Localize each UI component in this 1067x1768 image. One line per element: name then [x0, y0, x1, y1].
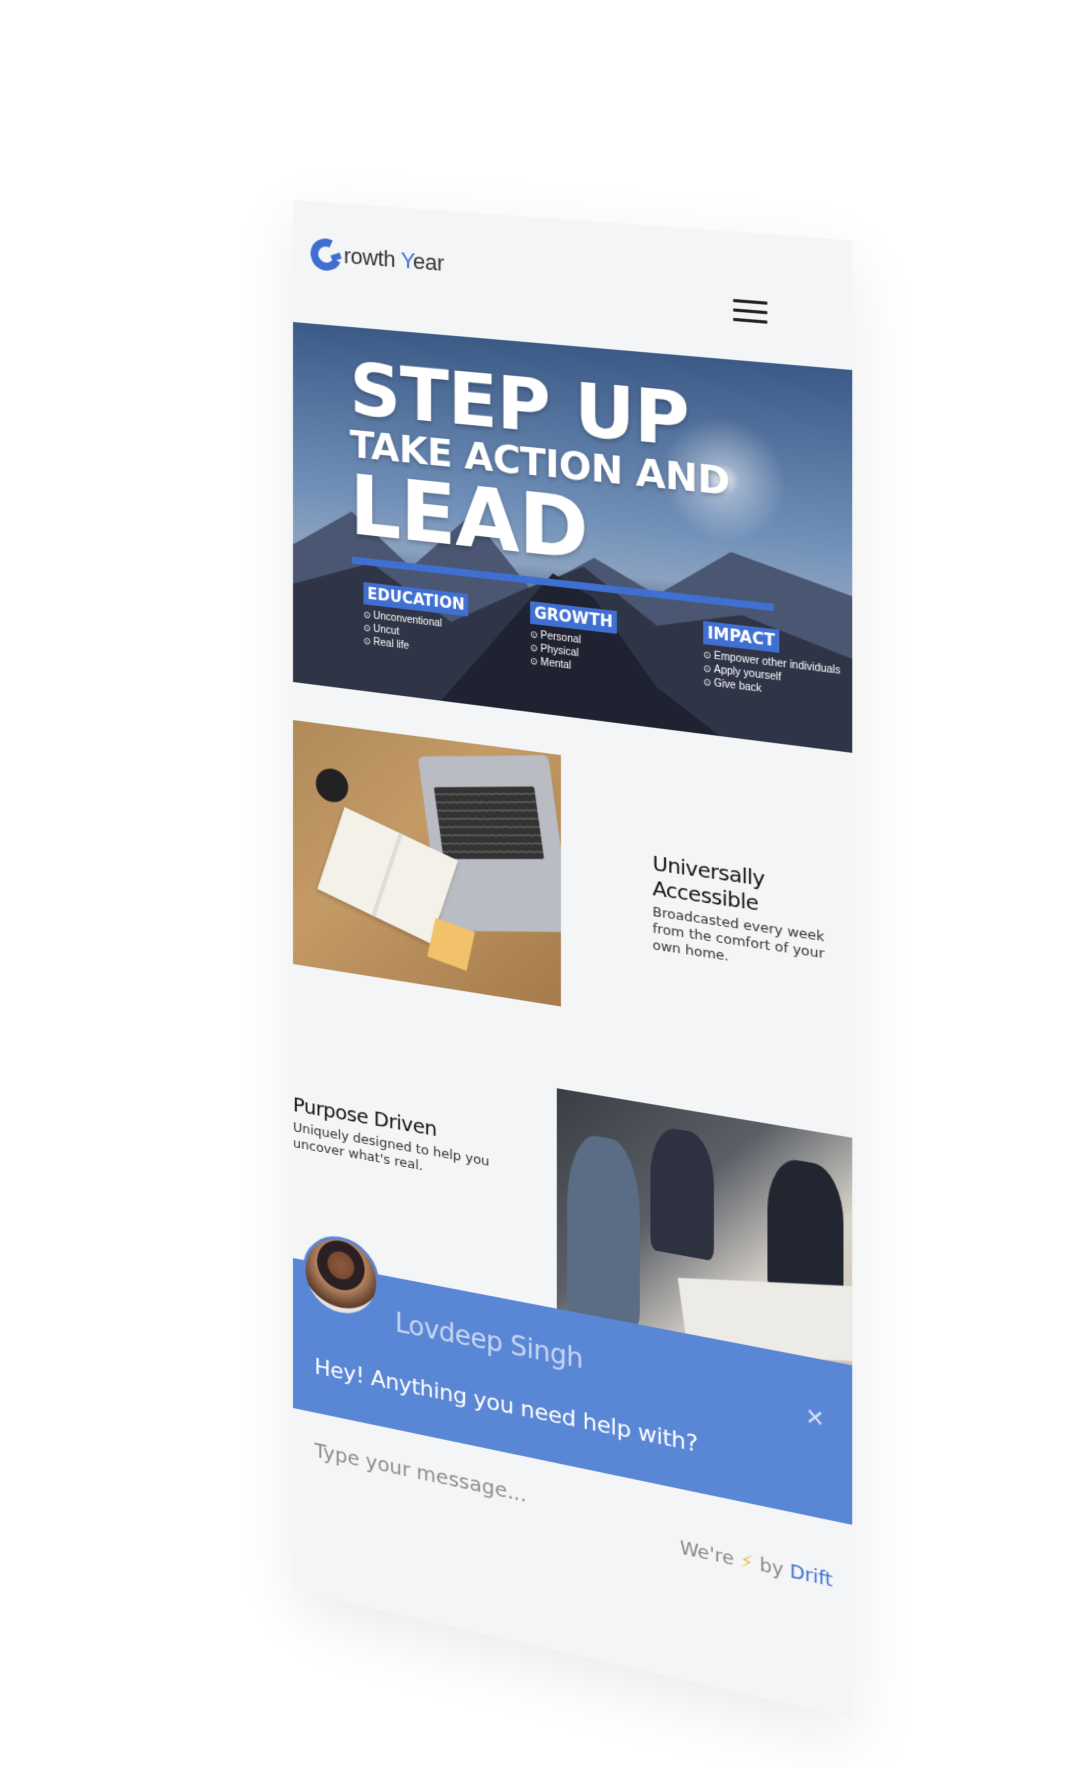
person-graphic: [567, 1131, 640, 1331]
bolt-icon: ⚡: [739, 1549, 754, 1575]
menu-icon-bar: [733, 317, 768, 324]
feature-accessible: Universally Accessible Broadcasted every…: [652, 850, 845, 983]
agent-avatar: [302, 1229, 380, 1324]
feature-purpose: Purpose Driven Uniquely designed to help…: [293, 1092, 491, 1188]
menu-icon-bar: [733, 308, 768, 315]
desk-study-image: [293, 720, 561, 1007]
drift-prefix: We're: [679, 1536, 734, 1571]
mobile-page: rowth Year STEP UP TAKE ACTION AND LEAD …: [293, 200, 853, 1719]
person-graphic: [650, 1124, 714, 1262]
logo-text-accent: Y: [400, 247, 414, 274]
hero-banner: STEP UP TAKE ACTION AND LEAD EDUCATION U…: [293, 322, 853, 753]
logo-text-part: ear: [413, 248, 444, 276]
menu-icon[interactable]: [733, 298, 768, 327]
agent-name: Lovdeep Singh: [395, 1307, 583, 1376]
drift-by: by: [759, 1553, 784, 1582]
logo-text-part: rowth: [343, 242, 401, 273]
close-icon[interactable]: ×: [806, 1399, 824, 1436]
logo[interactable]: rowth Year: [306, 234, 444, 280]
drift-branding[interactable]: We're ⚡ by Drift: [680, 1537, 833, 1592]
logo-g-mark: [306, 234, 347, 275]
logo-text: rowth Year: [344, 243, 444, 277]
hero-headline: STEP UP TAKE ACTION AND LEAD: [350, 346, 730, 588]
menu-icon-bar: [733, 298, 768, 305]
drift-brand: Drift: [789, 1560, 833, 1592]
